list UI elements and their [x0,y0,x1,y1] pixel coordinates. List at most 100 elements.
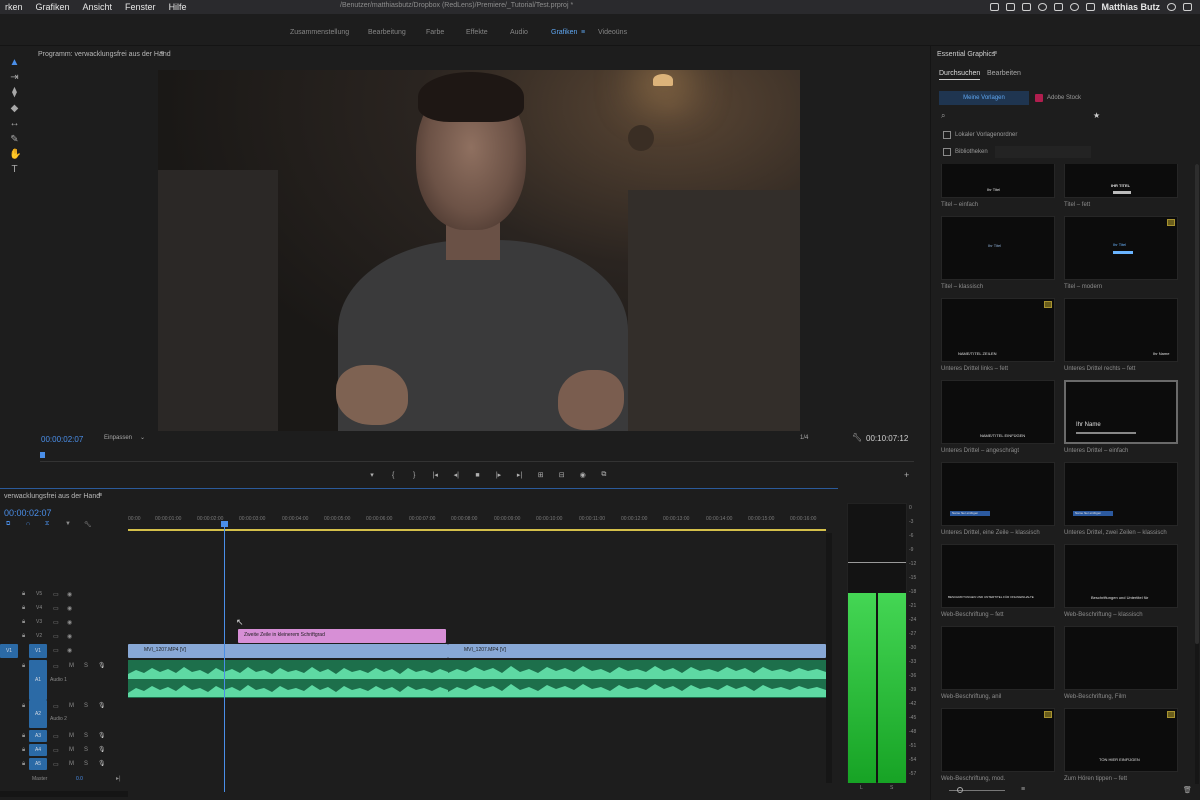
lock-icon[interactable]: 🔒︎ [22,591,25,598]
mark-in-button[interactable]: { [389,472,397,479]
razor-tool-icon[interactable]: ◆ [9,104,20,114]
sync-icon[interactable]: ▭ [53,663,59,670]
essential-graphics-title[interactable]: Essential Graphics [937,51,995,58]
mute-toggle[interactable]: M [69,747,74,753]
compare-view-button[interactable]: ⧉ [600,471,608,479]
add-button-icon[interactable]: + [904,470,909,480]
slider-handle[interactable] [957,787,963,793]
menu-item-fenster[interactable]: Fenster [125,2,156,12]
snap-icon[interactable]: ∩ [26,521,30,527]
battery-icon[interactable] [1085,3,1095,11]
monitor-scrubber[interactable] [40,452,914,462]
track-target-a1[interactable]: A1 [29,660,47,700]
workspace-tab-audio[interactable]: Audio [510,29,528,36]
wifi-icon[interactable] [1069,3,1079,11]
lock-icon[interactable]: 🔒︎ [22,663,25,670]
lock-icon[interactable]: 🔒︎ [22,703,25,710]
screen-icon[interactable] [989,3,999,11]
search-icon[interactable] [1167,3,1176,11]
template-item[interactable]: BESCHRIFTUNGEN UND UNTERTITEL FÜR ONLINE… [941,544,1055,618]
audio-clip-2[interactable] [448,660,826,698]
template-item[interactable]: Ihr Titel Titel – modern [1064,216,1178,290]
workspace-menu-icon[interactable]: ≡ [581,29,585,36]
add-marker-button[interactable]: ▾ [368,471,376,479]
lock-icon[interactable]: 🔒︎ [22,605,25,612]
microphone-icon[interactable]: 🎙︎ [98,746,106,753]
template-item[interactable]: Ihr Name Unteres Drittel – einfach [1064,380,1178,454]
work-area-bar[interactable] [128,529,826,531]
linked-selection-icon[interactable]: ⧖ [45,521,49,528]
hand-tool-icon[interactable]: ✋ [9,150,21,160]
skip-to-end-icon[interactable]: ▸| [116,775,121,782]
track-target-a3[interactable]: A3 [29,730,47,742]
template-item[interactable]: NAME/TITEL ZEILEN Unteres Drittel links … [941,298,1055,372]
solo-toggle[interactable]: S [84,733,88,739]
panel-menu-icon[interactable]: ≡ [160,50,164,57]
template-item[interactable]: Web-Beschriftung, Film [1064,626,1178,700]
graphic-clip[interactable]: Zweite Zeile in kleinerem Schriftgrad [238,629,446,643]
mute-toggle[interactable]: M [69,703,74,709]
source-patch-v1[interactable]: V1 [0,644,18,658]
audio-clip-1[interactable] [128,660,448,698]
time-ruler[interactable]: 00:00 00:00:01:00 00:00:02:00 00:00:03:0… [128,511,826,529]
eye-icon[interactable]: ◉ [67,605,72,612]
master-volume[interactable]: 0.0 [76,776,83,782]
template-item[interactable]: Web-Beschriftung, mod. [941,708,1055,782]
bluetooth-icon[interactable] [1053,3,1063,11]
sync-icon[interactable]: ▭ [53,733,59,740]
extract-button[interactable]: ⊟ [558,471,566,479]
cloud-icon[interactable] [1021,3,1031,11]
workspace-tab-farbe[interactable]: Farbe [426,29,444,36]
sync-icon[interactable]: ▭ [53,633,59,640]
libraries-checkbox[interactable] [943,148,951,156]
nest-icon[interactable]: ⧉ [6,521,10,528]
stop-button[interactable]: ■ [473,472,481,479]
list-view-icon[interactable]: ≡ [1021,786,1025,793]
my-templates-segment[interactable]: Meine Vorlagen [939,91,1029,105]
step-forward-button[interactable]: |▸ [494,471,502,479]
local-folder-checkbox[interactable] [943,131,951,139]
workspace-tab-effekte[interactable]: Effekte [466,29,488,36]
tab-bearbeiten[interactable]: Bearbeiten [987,70,1021,77]
template-item[interactable]: Ihr Titel Titel – einfach [941,164,1055,208]
tab-durchsuchen[interactable]: Durchsuchen [939,70,981,80]
timeline-timecode[interactable]: 00:00:02:07 [4,508,52,518]
eye-icon[interactable]: ◉ [67,633,72,640]
timeline-title[interactable]: verwacklungsfrei aus der Hand [4,493,100,500]
trash-icon[interactable]: 🗑︎ [1183,786,1192,794]
resolution-select[interactable]: 1/4 [800,435,808,441]
dropbox-icon[interactable] [1005,3,1015,11]
video-clip-2[interactable]: MVI_1207.MP4 [V] [448,644,826,658]
menu-item-hilfe[interactable]: Hilfe [169,2,187,12]
lock-icon[interactable]: 🔒︎ [22,633,25,640]
track-target-a4[interactable]: A4 [29,744,47,756]
zoom-fit-select[interactable]: Einpassen [104,435,132,441]
chevron-down-icon[interactable]: ⌄ [140,434,145,441]
sync-icon[interactable]: ▭ [53,605,59,612]
lock-icon[interactable]: 🔒︎ [22,733,25,740]
eg-menu-icon[interactable]: ≡ [993,50,997,57]
template-item[interactable]: Web-Beschriftung, anil [941,626,1055,700]
mute-toggle[interactable]: M [69,733,74,739]
monitor-playhead[interactable] [40,452,45,458]
menu-item-werkzeuge[interactable]: rken [5,2,23,12]
eye-icon[interactable]: ◉ [67,647,72,654]
menu-item-grafiken[interactable]: Grafiken [36,2,70,12]
mark-out-button[interactable]: } [410,472,418,479]
mute-toggle[interactable]: M [69,663,74,669]
timeline-zoom-scroll[interactable] [0,791,128,797]
timeline-vertical-scroll[interactable] [826,533,832,783]
selection-tool-icon[interactable]: ▲ [9,58,20,68]
template-item[interactable]: Ihr Titel Titel – klassisch [941,216,1055,290]
sync-icon[interactable]: ▭ [53,591,59,598]
sync-icon[interactable]: ▭ [53,761,59,768]
sync-icon[interactable]: ▭ [53,647,59,654]
solo-toggle[interactable]: S [84,761,88,767]
lock-icon[interactable]: 🔒︎ [22,761,25,768]
microphone-icon[interactable]: 🎙︎ [98,702,106,709]
track-select-tool-icon[interactable]: ⇥ [9,73,20,83]
template-item[interactable]: Beschriftungen und Untertitel für Web-Be… [1064,544,1178,618]
favorite-star-icon[interactable]: ★ [1093,111,1100,120]
sync-icon[interactable]: ▭ [53,747,59,754]
wrench-icon[interactable]: 🔧︎ [852,433,862,442]
